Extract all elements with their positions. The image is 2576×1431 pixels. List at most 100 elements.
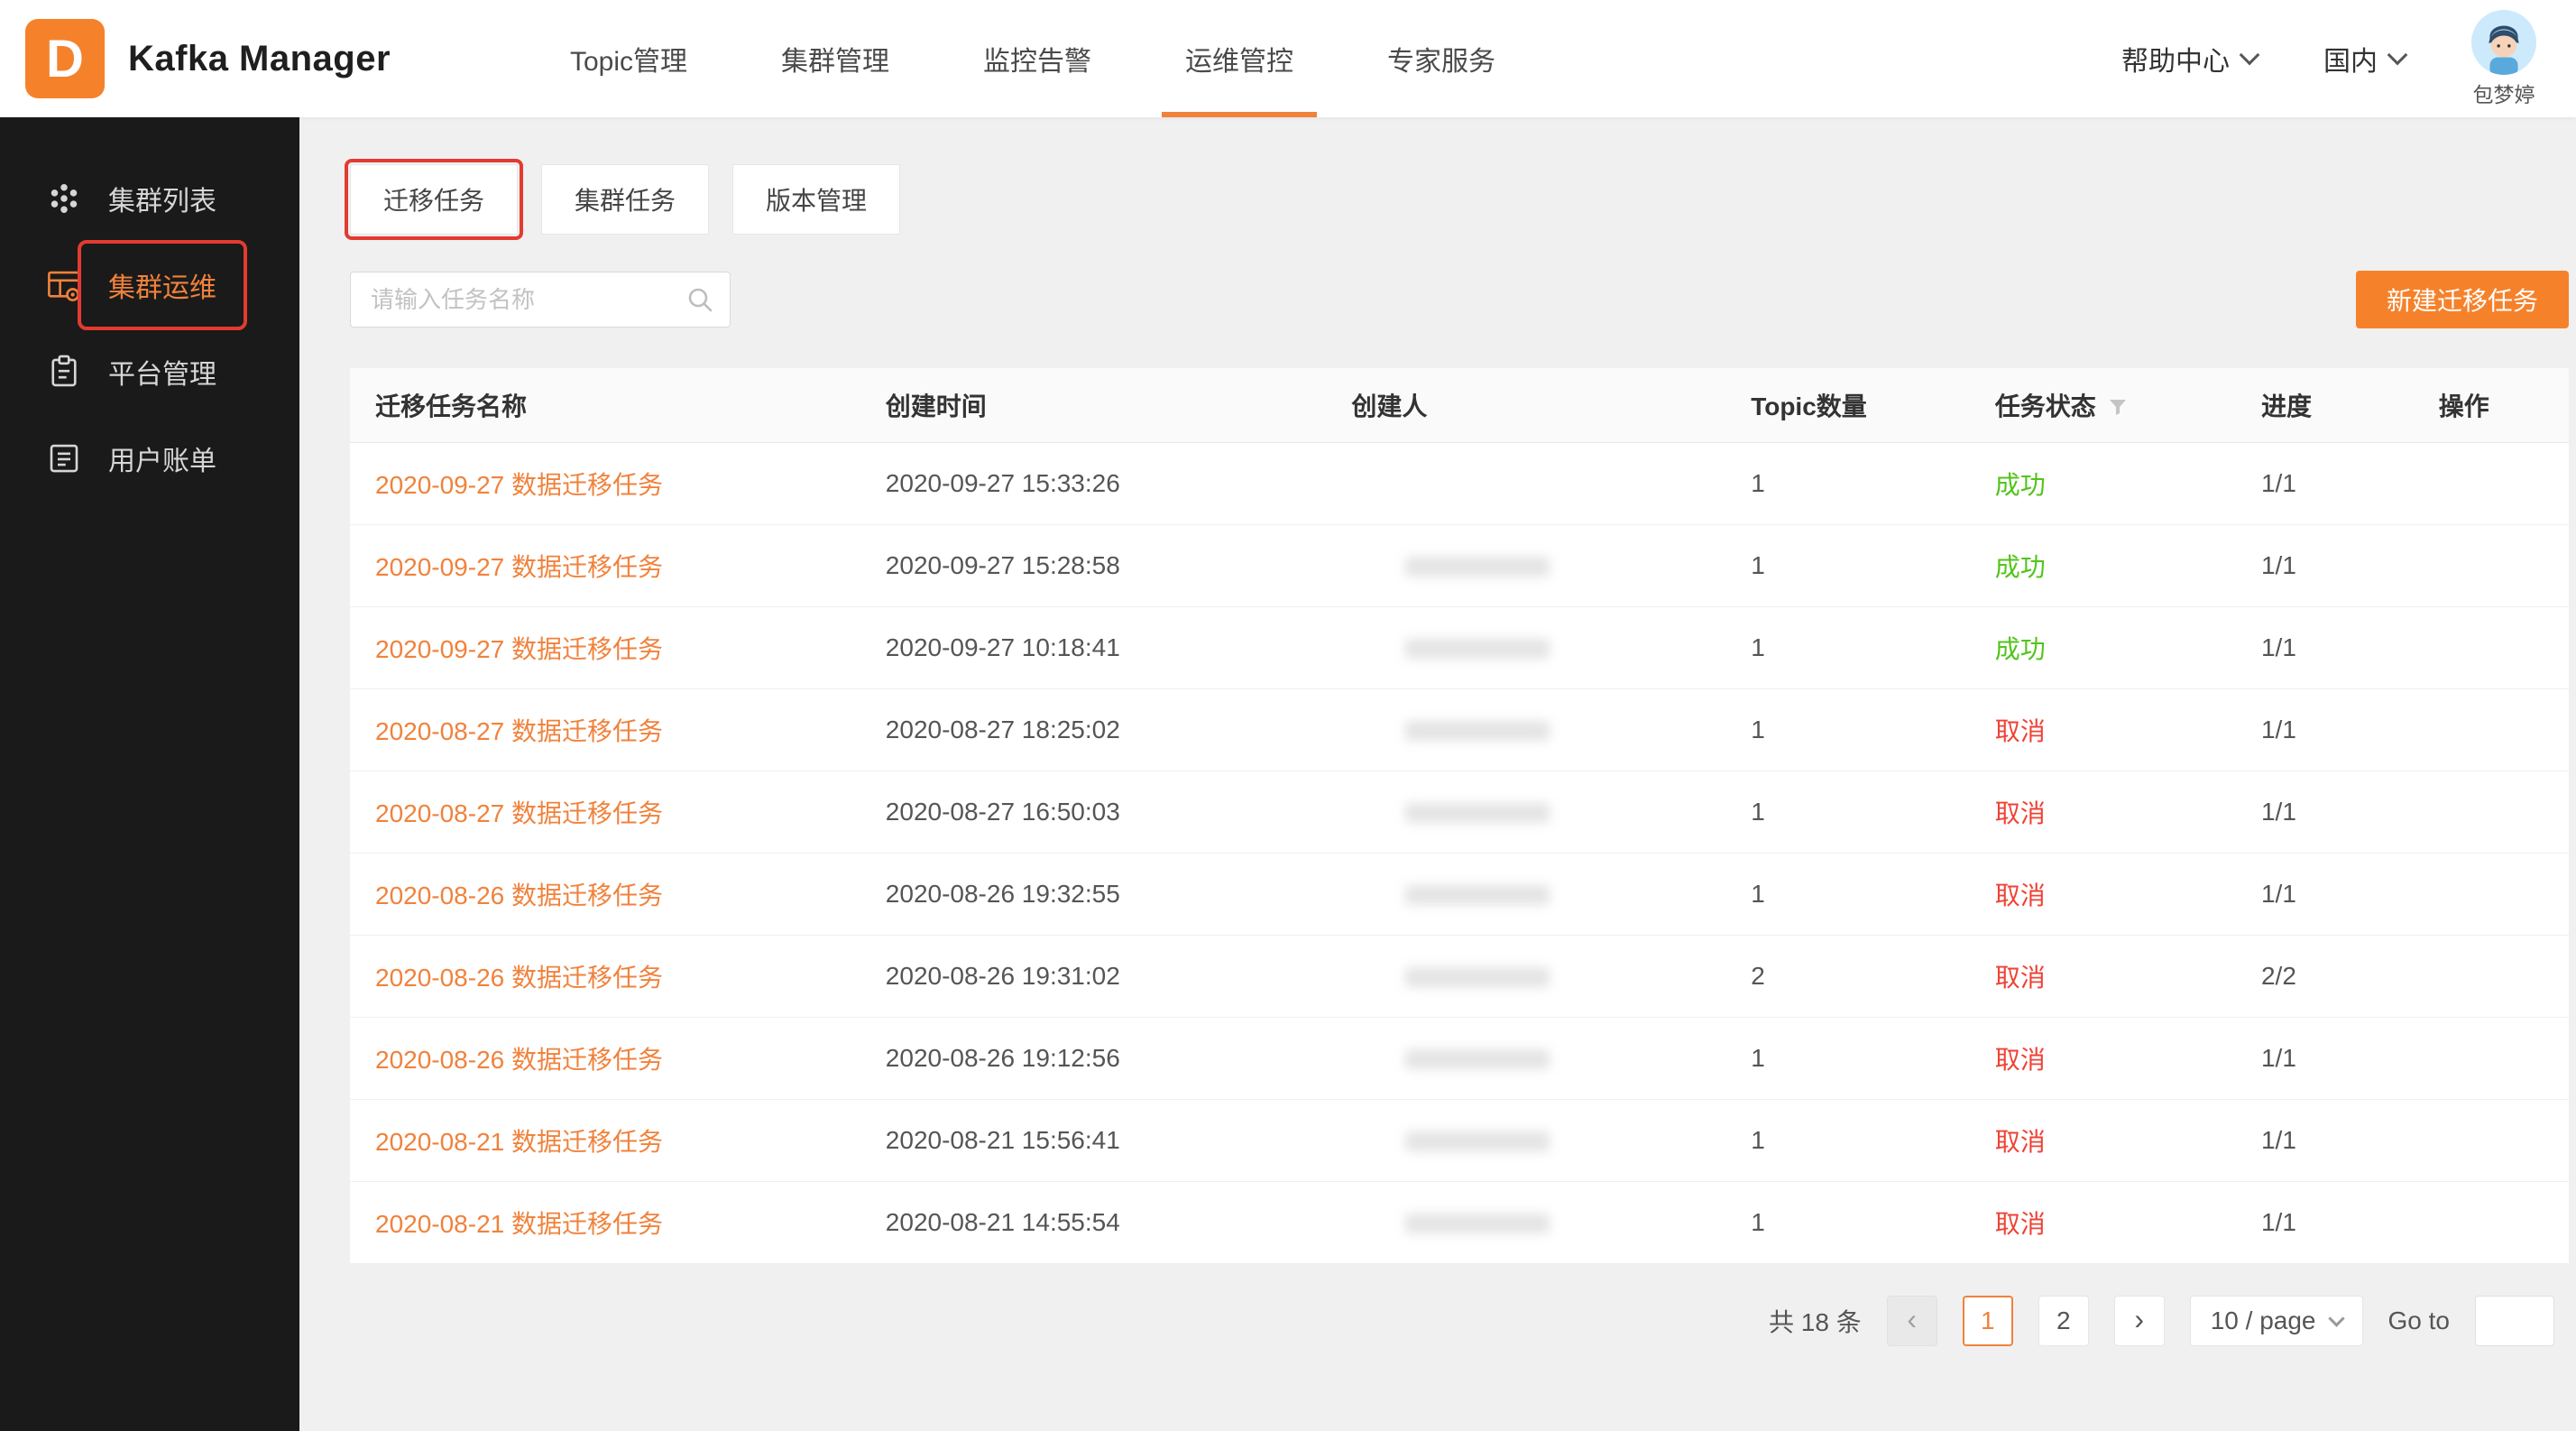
topics-count-cell: 1: [1725, 524, 1970, 606]
goto-label: Go to: [2388, 1306, 2450, 1335]
column-header: 任务状态: [1970, 368, 2236, 442]
sidebar-item-用户账单[interactable]: 用户账单: [0, 415, 299, 502]
status-cell: 取消: [1970, 853, 2236, 935]
sidebar-item-label: 用户账单: [108, 439, 216, 478]
status-badge: 成功: [1995, 553, 2046, 581]
name-cell: 2020-08-26 数据迁移任务: [350, 935, 860, 1017]
creator-redacted-text: [1405, 803, 1550, 823]
top-navigation: Topic管理集群管理监控告警运维管控专家服务: [523, 0, 1542, 117]
sidebar-item-平台管理[interactable]: 平台管理: [0, 328, 299, 415]
created-cell: 2020-09-27 15:33:26: [860, 442, 1327, 524]
task-name-link[interactable]: 2020-08-26 数据迁移任务: [375, 1046, 663, 1074]
actions-cell: [2414, 1181, 2569, 1263]
status-cell: 成功: [1970, 524, 2236, 606]
task-name-link[interactable]: 2020-08-26 数据迁移任务: [375, 964, 663, 992]
created-cell: 2020-08-27 18:25:02: [860, 688, 1327, 771]
toolbar: 新建迁移任务: [350, 271, 2569, 328]
progress-cell: 2/2: [2236, 935, 2414, 1017]
sidebar-item-集群列表[interactable]: 集群列表: [0, 155, 299, 242]
status-cell: 取消: [1970, 688, 2236, 771]
table-row: 2020-09-27 数据迁移任务2020-09-27 15:33:261成功1…: [350, 442, 2569, 524]
progress-cell: 1/1: [2236, 771, 2414, 853]
app-title: Kafka Manager: [128, 39, 391, 79]
filter-icon[interactable]: [2107, 395, 2129, 417]
created-cell: 2020-09-27 15:28:58: [860, 524, 1327, 606]
status-badge: 取消: [1995, 799, 2046, 827]
table-row: 2020-08-27 数据迁移任务 2020-08-27 18:25:02 1 取消 1…: [350, 688, 2569, 771]
help-center-menu[interactable]: 帮助中心: [2121, 39, 2257, 78]
topics-count-cell: 1: [1725, 771, 1970, 853]
topics-count-cell: 1: [1725, 1017, 1970, 1099]
progress-cell: 1/1: [2236, 688, 2414, 771]
creator-cell: [1326, 771, 1725, 853]
creator-cell: [1326, 688, 1725, 771]
task-name-link[interactable]: 2020-08-27 数据迁移任务: [375, 799, 663, 827]
nav-item-Topic管理[interactable]: Topic管理: [523, 0, 734, 117]
status-badge: 取消: [1995, 964, 2046, 992]
nav-item-专家服务[interactable]: 专家服务: [1340, 0, 1542, 117]
task-name-link[interactable]: 2020-08-21 数据迁移任务: [375, 1210, 663, 1238]
task-name-link[interactable]: 2020-08-26 数据迁移任务: [375, 882, 663, 909]
topics-count-cell: 1: [1725, 688, 1970, 771]
task-name-link[interactable]: 2020-09-27 数据迁移任务: [375, 635, 663, 663]
sidebar-item-label: 集群列表: [108, 179, 216, 218]
main-content: 迁移任务集群任务版本管理 新建迁移任务 迁移任务名称创建时间创建人Topic数量…: [299, 117, 2576, 1431]
next-page-button[interactable]: ›: [2114, 1296, 2165, 1346]
creator-cell: [1326, 442, 1725, 524]
status-badge: 成功: [1995, 471, 2046, 499]
create-migration-task-button[interactable]: 新建迁移任务: [2356, 271, 2569, 328]
name-cell: 2020-08-27 数据迁移任务: [350, 771, 860, 853]
prev-page-button[interactable]: ‹: [1887, 1296, 1937, 1346]
task-name-link[interactable]: 2020-08-21 数据迁移任务: [375, 1128, 663, 1156]
nav-item-运维管控[interactable]: 运维管控: [1138, 0, 1340, 117]
status-cell: 取消: [1970, 1181, 2236, 1263]
column-header: 迁移任务名称: [350, 368, 860, 442]
tab-集群任务[interactable]: 集群任务: [541, 164, 709, 235]
creator-cell: [1326, 606, 1725, 688]
task-name-link[interactable]: 2020-09-27 数据迁移任务: [375, 553, 663, 581]
search-input[interactable]: [350, 272, 731, 328]
creator-cell: [1326, 1017, 1725, 1099]
user-menu[interactable]: 包梦婷: [2471, 10, 2536, 108]
status-cell: 取消: [1970, 1017, 2236, 1099]
goto-page-input[interactable]: [2475, 1296, 2554, 1346]
chevron-down-icon: [2328, 1310, 2344, 1326]
table-row: 2020-08-26 数据迁移任务2020-08-26 19:31:022取消2…: [350, 935, 2569, 1017]
creator-cell: [1326, 524, 1725, 606]
sidebar-item-集群运维[interactable]: 集群运维: [0, 242, 299, 328]
nav-item-集群管理[interactable]: 集群管理: [734, 0, 936, 117]
table-row: 2020-08-21 数据迁移任务2020-08-21 14:55:541取消1…: [350, 1181, 2569, 1263]
table-header-row: 迁移任务名称创建时间创建人Topic数量任务状态进度操作: [350, 368, 2569, 442]
status-badge: 成功: [1995, 635, 2046, 663]
creator-redacted-text: [1405, 557, 1550, 577]
created-cell: 2020-08-21 15:56:41: [860, 1099, 1327, 1181]
status-badge: 取消: [1995, 882, 2046, 909]
creator-redacted-text: [1405, 721, 1550, 741]
creator-redacted-text: [1405, 1131, 1550, 1151]
table-row: 2020-09-27 数据迁移任务2020-09-27 15:28:581成功1…: [350, 524, 2569, 606]
nav-item-监控告警[interactable]: 监控告警: [936, 0, 1138, 117]
page-button-2[interactable]: 2: [2038, 1296, 2089, 1346]
name-cell: 2020-08-26 数据迁移任务: [350, 853, 860, 935]
billing-icon: [45, 439, 83, 477]
task-name-link[interactable]: 2020-08-27 数据迁移任务: [375, 717, 663, 745]
page-button-1[interactable]: 1: [1963, 1296, 2013, 1346]
created-cell: 2020-08-27 16:50:03: [860, 771, 1327, 853]
task-name-link[interactable]: 2020-09-27 数据迁移任务: [375, 471, 663, 499]
chevron-down-icon: [2240, 45, 2260, 66]
page-buttons: 12: [1963, 1296, 2089, 1346]
progress-cell: 1/1: [2236, 1181, 2414, 1263]
name-cell: 2020-09-27 数据迁移任务: [350, 524, 860, 606]
region-label: 国内: [2323, 39, 2378, 78]
status-badge: 取消: [1995, 717, 2046, 745]
tab-版本管理[interactable]: 版本管理: [732, 164, 900, 235]
page-size-select[interactable]: 10 / page: [2190, 1296, 2363, 1346]
status-cell: 取消: [1970, 771, 2236, 853]
sidebar-item-label: 集群运维: [108, 265, 216, 305]
name-cell: 2020-08-26 数据迁移任务: [350, 1017, 860, 1099]
region-selector[interactable]: 国内: [2323, 39, 2405, 78]
tab-迁移任务[interactable]: 迁移任务: [350, 164, 518, 235]
creator-cell: [1326, 853, 1725, 935]
avatar[interactable]: [2471, 10, 2536, 75]
creator-cell: [1326, 1181, 1725, 1263]
